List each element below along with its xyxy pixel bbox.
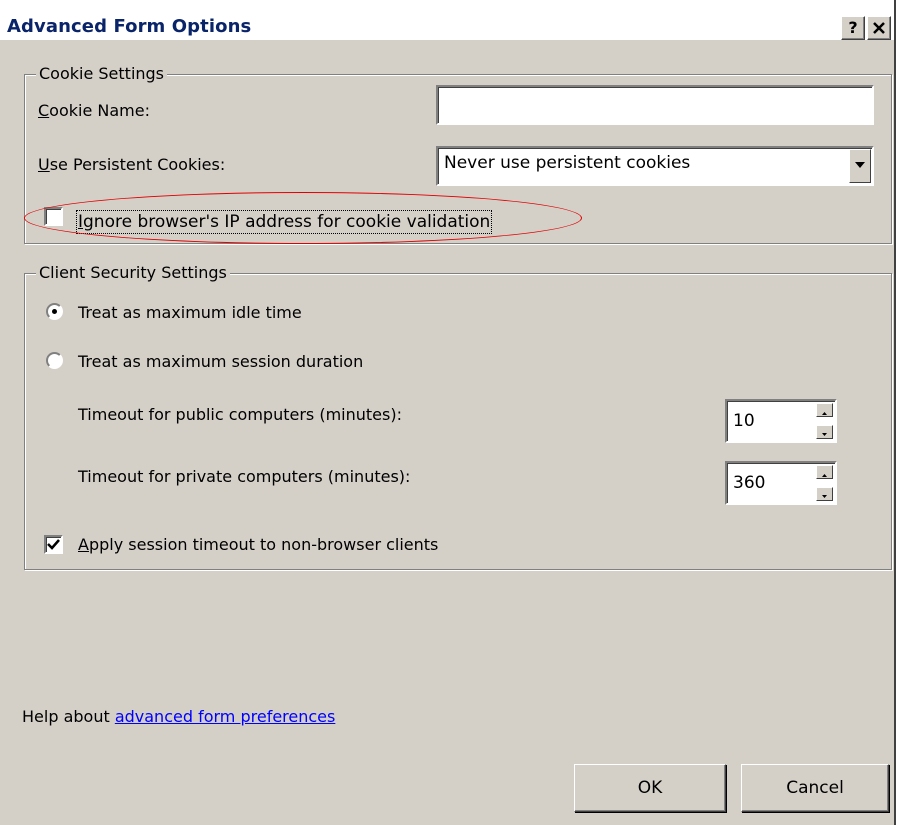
radio-selected-dot <box>52 309 57 314</box>
spin-down-button[interactable] <box>816 487 833 501</box>
dropdown-arrow-button[interactable] <box>849 149 871 183</box>
session-duration-label[interactable]: Treat as maximum session duration <box>78 352 363 372</box>
close-x-glyph <box>873 22 885 34</box>
persistent-cookies-label: Use Persistent Cookies: <box>38 155 226 174</box>
spin-up-icon <box>822 474 827 477</box>
spin-down-icon <box>822 495 827 498</box>
help-prefix: Help about <box>22 707 115 726</box>
private-timeout-label: Timeout for private computers (minutes): <box>78 467 411 486</box>
cancel-button[interactable]: Cancel <box>741 764 889 812</box>
advanced-form-options-dialog: Advanced Form Options ? Cookie Settings … <box>0 0 896 825</box>
chevron-down-icon <box>855 162 865 168</box>
spin-down-icon <box>822 433 827 436</box>
cookie-name-label-rest: ookie Name: <box>49 101 150 120</box>
spin-down-button[interactable] <box>816 425 833 439</box>
idle-time-label[interactable]: Treat as maximum idle time <box>78 303 302 323</box>
public-timeout-spinner[interactable]: 10 <box>725 399 837 443</box>
help-text: Help about advanced form preferences <box>22 707 335 727</box>
advanced-form-preferences-link[interactable]: advanced form preferences <box>115 707 336 726</box>
spin-up-button[interactable] <box>816 465 833 479</box>
public-timeout-label: Timeout for public computers (minutes): <box>78 405 402 424</box>
idle-time-radio[interactable] <box>46 303 63 320</box>
spin-up-button[interactable] <box>816 403 833 417</box>
client-security-legend: Client Security Settings <box>36 263 230 283</box>
session-duration-radio[interactable] <box>46 352 63 369</box>
close-icon[interactable] <box>867 16 891 40</box>
spin-up-icon <box>822 412 827 415</box>
persistent-cookies-select[interactable]: Never use persistent cookies <box>436 146 874 186</box>
title-bar: Advanced Form Options ? <box>0 0 894 40</box>
apply-timeout-checkbox[interactable] <box>44 535 63 554</box>
cookie-name-label: Cookie Name: <box>38 101 150 120</box>
ignore-ip-checkbox[interactable] <box>44 207 63 226</box>
checkmark-icon <box>47 539 60 550</box>
cookie-settings-legend: Cookie Settings <box>36 64 168 84</box>
persistent-cookies-value: Never use persistent cookies <box>444 153 691 173</box>
private-timeout-spinner[interactable]: 360 <box>725 461 837 505</box>
dialog-title: Advanced Form Options <box>7 16 252 37</box>
ignore-ip-label[interactable]: Ignore browser's IP address for cookie v… <box>75 210 493 234</box>
ok-button[interactable]: OK <box>574 764 726 812</box>
public-timeout-value: 10 <box>733 411 755 431</box>
private-timeout-value: 360 <box>733 473 766 493</box>
ignore-ip-label-rest: gnore browser's IP address for cookie va… <box>83 212 491 232</box>
persistent-cookies-label-rest: se Persistent Cookies: <box>49 155 226 174</box>
apply-timeout-label[interactable]: Apply session timeout to non-browser cli… <box>78 535 438 555</box>
help-icon[interactable]: ? <box>841 16 865 40</box>
cookie-name-input[interactable] <box>436 85 874 125</box>
apply-timeout-label-rest: pply session timeout to non-browser clie… <box>88 535 439 554</box>
